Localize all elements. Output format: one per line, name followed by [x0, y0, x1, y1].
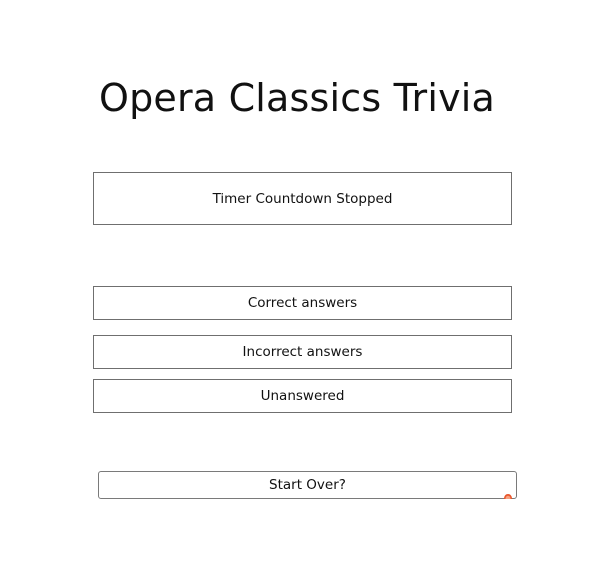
- unanswered-label: Unanswered: [260, 388, 345, 404]
- unanswered-box: Unanswered: [93, 379, 512, 413]
- grammar-check-icon[interactable]: [503, 488, 513, 499]
- start-over-label: Start Over?: [269, 477, 346, 493]
- start-over-button[interactable]: Start Over?: [98, 471, 517, 499]
- incorrect-answers-box: Incorrect answers: [93, 335, 512, 369]
- timer-status-text: Timer Countdown Stopped: [212, 190, 393, 207]
- correct-answers-box: Correct answers: [93, 286, 512, 320]
- timer-status-box: Timer Countdown Stopped: [93, 172, 512, 225]
- page-title: Opera Classics Trivia: [98, 76, 496, 120]
- correct-answers-label: Correct answers: [247, 295, 358, 311]
- incorrect-answers-label: Incorrect answers: [242, 344, 363, 360]
